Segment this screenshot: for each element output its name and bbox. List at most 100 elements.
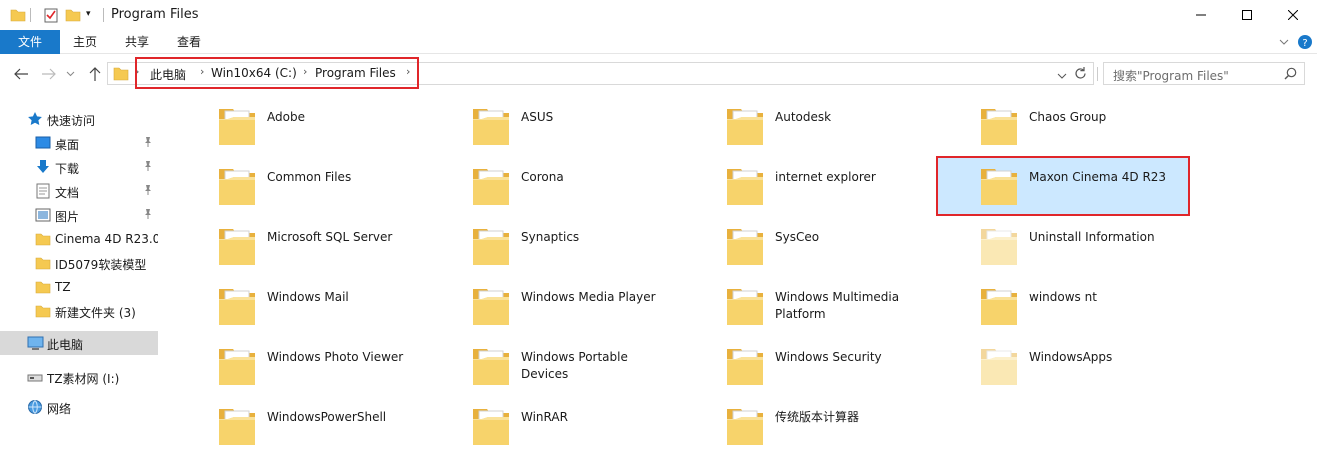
sidebar-item-label: 桌面 — [55, 138, 80, 152]
folder-item[interactable]: Windows Multimedia Platform — [668, 275, 922, 335]
network-icon — [27, 399, 43, 418]
sidebar-item-tz[interactable]: TZ — [0, 275, 158, 299]
title-bar: ▾ Program Files — [0, 0, 1317, 30]
folder-item[interactable]: Synaptics — [414, 215, 668, 275]
folder-icon — [216, 165, 258, 212]
download-icon — [35, 159, 51, 178]
folder-item[interactable]: WindowsPowerShell — [160, 395, 414, 455]
tab-view[interactable]: 查看 — [166, 30, 212, 54]
folder-item[interactable]: Adobe — [160, 95, 414, 155]
sidebar-item-pictures[interactable]: 图片 — [0, 203, 158, 227]
properties-icon[interactable] — [43, 7, 59, 26]
folder-item[interactable]: windows nt — [922, 275, 1176, 335]
folder-item[interactable]: Windows Portable Devices — [414, 335, 668, 395]
customize-quick-access-icon[interactable]: ▾ — [86, 9, 91, 19]
sidebar-item-documents[interactable]: 文档 — [0, 179, 158, 203]
folder-item[interactable]: Windows Mail — [160, 275, 414, 335]
up-button[interactable] — [86, 65, 104, 83]
sidebar-item-id5079[interactable]: ID5079软装模型 — [0, 251, 158, 275]
folder-icon — [35, 279, 51, 298]
title-divider — [103, 8, 104, 22]
picture-icon — [35, 207, 51, 226]
desktop-icon — [35, 135, 51, 154]
sidebar-item-label: ID5079软装模型 — [55, 258, 147, 272]
folder-item[interactable]: Common Files — [160, 155, 414, 215]
folder-label: Windows Portable Devices — [521, 350, 628, 381]
folder-icon — [35, 231, 51, 250]
help-icon[interactable]: ? — [1298, 35, 1312, 52]
sidebar-item-network[interactable]: 网络 — [0, 395, 158, 419]
folder-icon — [470, 105, 512, 152]
folder-item[interactable]: WindowsApps — [922, 335, 1176, 395]
folder-label: internet explorer — [775, 170, 876, 184]
folder-icon — [216, 345, 258, 392]
folder-icon — [724, 345, 766, 392]
folder-label: Windows Photo Viewer — [267, 350, 404, 364]
expand-ribbon-icon[interactable] — [1278, 36, 1290, 50]
ribbon-tabs: 文件 主页 共享 查看 ? — [0, 30, 1317, 54]
folder-label: WindowsPowerShell — [267, 410, 387, 424]
tab-home[interactable]: 主页 — [62, 30, 108, 54]
close-button[interactable] — [1270, 0, 1316, 30]
folder-icon — [724, 285, 766, 332]
folder-item[interactable]: Autodesk — [668, 95, 922, 155]
sidebar-item-label: 文档 — [55, 186, 80, 200]
sidebar-item-downloads[interactable]: 下载 — [0, 155, 158, 179]
folder-icon — [978, 345, 1020, 392]
pin-icon[interactable] — [143, 136, 153, 151]
sidebar-item-desktop[interactable]: 桌面 — [0, 131, 158, 155]
addr-divider — [1097, 67, 1098, 81]
address-history-icon[interactable] — [1057, 69, 1067, 83]
refresh-icon[interactable] — [1073, 66, 1088, 84]
search-icon[interactable] — [1284, 67, 1297, 83]
forward-button[interactable] — [40, 65, 58, 83]
computer-icon — [27, 335, 44, 354]
maximize-button[interactable] — [1224, 0, 1270, 30]
folder-icon — [216, 105, 258, 152]
folder-item[interactable]: Windows Media Player — [414, 275, 668, 335]
highlight-box — [135, 57, 419, 89]
sidebar-item-cinema4d[interactable]: Cinema 4D R23.00 — [0, 227, 158, 251]
folder-item[interactable]: Uninstall Information — [922, 215, 1176, 275]
sidebar-item-new-folder-3[interactable]: 新建文件夹 (3) — [0, 299, 158, 323]
folder-icon — [724, 225, 766, 272]
folder-item[interactable]: Windows Security — [668, 335, 922, 395]
pin-icon[interactable] — [143, 208, 153, 223]
folder-item[interactable]: ASUS — [414, 95, 668, 155]
recent-locations-button[interactable] — [64, 65, 76, 83]
folder-label: Chaos Group — [1029, 110, 1107, 124]
folder-label: WinRAR — [521, 410, 568, 424]
folder-item[interactable]: Corona — [414, 155, 668, 215]
new-folder-icon[interactable] — [65, 7, 81, 26]
sidebar-item-label: 快速访问 — [47, 114, 96, 128]
folder-icon — [113, 66, 129, 84]
minimize-button[interactable] — [1178, 0, 1224, 30]
folder-icon — [724, 165, 766, 212]
back-button[interactable] — [12, 65, 30, 83]
folder-item[interactable]: Chaos Group — [922, 95, 1176, 155]
folder-item[interactable]: 传统版本计算器 — [668, 395, 922, 455]
folder-icon — [470, 285, 512, 332]
folder-item[interactable]: internet explorer — [668, 155, 922, 215]
pin-icon[interactable] — [143, 160, 153, 175]
folder-label: Windows Mail — [267, 290, 349, 304]
folder-item[interactable]: Microsoft SQL Server — [160, 215, 414, 275]
sidebar-item-tz-drive[interactable]: TZ素材网 (I:) — [0, 365, 158, 389]
sidebar-item-label: 图片 — [55, 210, 80, 224]
tab-share[interactable]: 共享 — [114, 30, 160, 54]
sidebar-item-quick-access[interactable]: 快速访问 — [0, 107, 158, 131]
folder-label: Common Files — [267, 170, 352, 184]
search-box[interactable]: 搜索"Program Files" — [1103, 62, 1305, 85]
pin-icon[interactable] — [143, 184, 153, 199]
folder-label: Windows Multimedia Platform — [775, 290, 900, 321]
folder-icon — [470, 345, 512, 392]
sidebar-item-this-pc[interactable]: 此电脑 — [0, 331, 158, 355]
folder-label: WindowsApps — [1029, 350, 1113, 364]
tab-file[interactable]: 文件 — [0, 30, 60, 54]
document-icon — [35, 183, 51, 202]
toolbar-divider — [30, 8, 31, 22]
folder-item[interactable]: Windows Photo Viewer — [160, 335, 414, 395]
folder-item[interactable]: SysCeo — [668, 215, 922, 275]
folder-item[interactable]: WinRAR — [414, 395, 668, 455]
folder-icon — [470, 225, 512, 272]
